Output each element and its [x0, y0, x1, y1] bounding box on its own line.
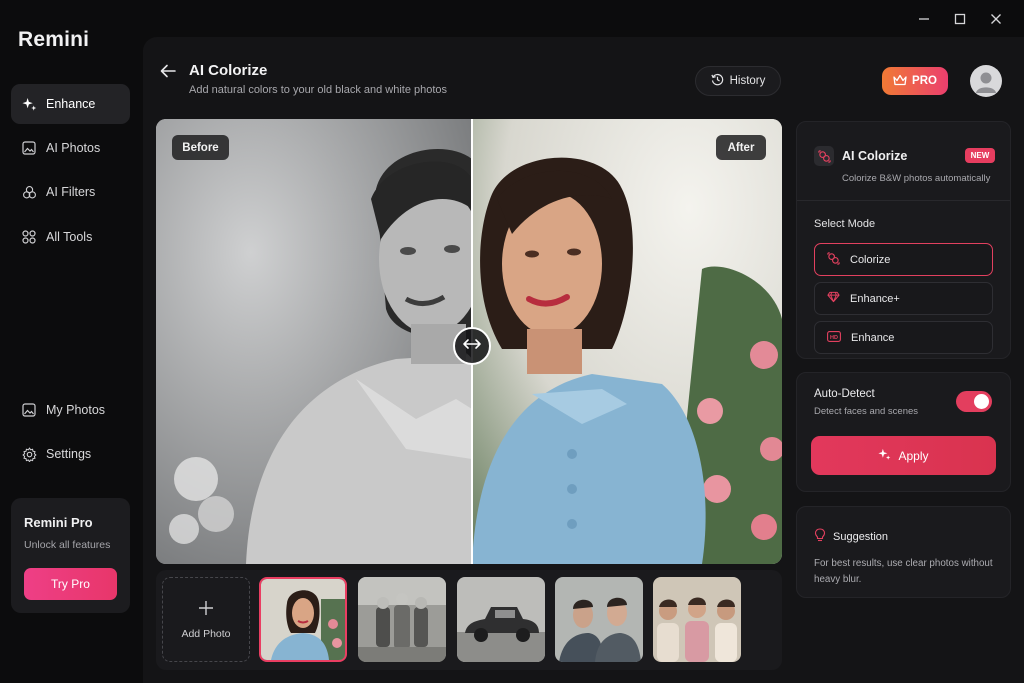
drag-arrows-icon [462, 337, 482, 355]
sidebar-item-enhance[interactable]: Enhance [11, 84, 130, 124]
mode-label: Enhance+ [850, 292, 900, 305]
mode-enhance[interactable]: HD Enhance [814, 321, 993, 354]
app-window: Remini Enhance AI Photos AI Filters All … [0, 0, 1024, 683]
pro-promo-card: Remini Pro Unlock all features Try Pro [11, 498, 130, 613]
thumbnail-photo[interactable] [653, 577, 741, 662]
history-icon [710, 73, 724, 89]
maximize-icon[interactable] [942, 8, 978, 30]
mode-colorize[interactable]: Colorize [814, 243, 993, 276]
page-subtitle: Add natural colors to your old black and… [189, 84, 448, 96]
auto-detect-title: Auto-Detect [814, 388, 875, 400]
mode-label: Colorize [850, 253, 891, 266]
suggestion-title-row: Suggestion [814, 528, 888, 545]
window-controls [906, 8, 1014, 30]
sidebar-item-all-tools[interactable]: All Tools [11, 217, 130, 257]
sidebar-item-label: AI Photos [46, 141, 101, 155]
compare-drag-handle[interactable] [453, 327, 491, 365]
after-label: After [716, 135, 766, 160]
svg-text:HD: HD [830, 335, 838, 341]
page-title: AI Colorize [189, 62, 268, 79]
thumbnail-photo[interactable] [358, 577, 446, 662]
suggestion-text: For best results, use clear photos witho… [814, 558, 993, 585]
divider [797, 200, 1010, 201]
before-image [156, 119, 483, 564]
thumbnail-photo[interactable] [457, 577, 545, 662]
user-avatar[interactable] [970, 65, 1002, 97]
plus-icon [198, 600, 214, 619]
sidebar-item-my-photos[interactable]: My Photos [11, 390, 130, 430]
auto-detect-toggle[interactable] [956, 391, 992, 412]
apply-button[interactable]: Apply [811, 436, 996, 475]
feature-subtitle: Colorize B&W photos automatically [842, 173, 991, 184]
sparkle-icon [878, 448, 891, 464]
hd-icon: HD [827, 330, 841, 345]
lightbulb-icon [814, 528, 826, 545]
mode-label: Enhance [851, 331, 895, 344]
colorize-feature-icon [814, 146, 834, 166]
diamond-icon [827, 291, 840, 306]
sidebar-item-label: Enhance [46, 97, 96, 111]
promo-subtitle: Unlock all features [24, 539, 111, 551]
add-photo-button[interactable]: Add Photo [162, 577, 250, 662]
before-label: Before [172, 135, 229, 160]
sidebar-item-label: My Photos [46, 403, 106, 417]
filters-icon [21, 184, 37, 200]
app-brand: Remini [18, 28, 90, 51]
sidebar-item-label: All Tools [46, 230, 93, 244]
colorize-icon [827, 251, 840, 268]
crown-icon [893, 74, 907, 89]
grid-icon [21, 229, 37, 245]
promo-title: Remini Pro [24, 515, 93, 530]
try-pro-button[interactable]: Try Pro [24, 568, 117, 600]
sidebar-item-label: AI Filters [46, 185, 96, 199]
back-arrow-icon[interactable] [160, 60, 178, 82]
toggle-knob [974, 394, 989, 409]
history-button[interactable]: History [695, 66, 781, 96]
thumbnail-photo[interactable] [555, 577, 643, 662]
sidebar-item-ai-filters[interactable]: AI Filters [11, 172, 130, 212]
select-mode-label: Select Mode [814, 218, 876, 230]
sidebar-item-settings[interactable]: Settings [11, 434, 130, 474]
close-icon[interactable] [978, 8, 1014, 30]
pro-label: PRO [912, 75, 937, 87]
mode-enhance-plus[interactable]: Enhance+ [814, 282, 993, 315]
apply-label: Apply [898, 448, 929, 463]
after-image [472, 119, 782, 564]
gear-icon [21, 446, 37, 462]
image-icon [21, 140, 37, 156]
before-after-viewer[interactable]: Before After [156, 119, 782, 564]
auto-detect-subtitle: Detect faces and scenes [814, 406, 919, 417]
sidebar-item-label: Settings [46, 447, 92, 461]
minimize-icon[interactable] [906, 8, 942, 30]
sidebar-item-ai-photos[interactable]: AI Photos [11, 128, 130, 168]
suggestion-title: Suggestion [833, 530, 889, 543]
sparkle-icon [21, 96, 37, 112]
history-label: History [729, 75, 766, 87]
add-photo-label: Add Photo [181, 627, 231, 640]
new-badge: NEW [965, 148, 995, 163]
feature-title: AI Colorize [842, 149, 908, 163]
pro-upgrade-button[interactable]: PRO [882, 67, 948, 95]
thumbnail-photo[interactable] [259, 577, 347, 662]
image-icon [21, 402, 37, 418]
